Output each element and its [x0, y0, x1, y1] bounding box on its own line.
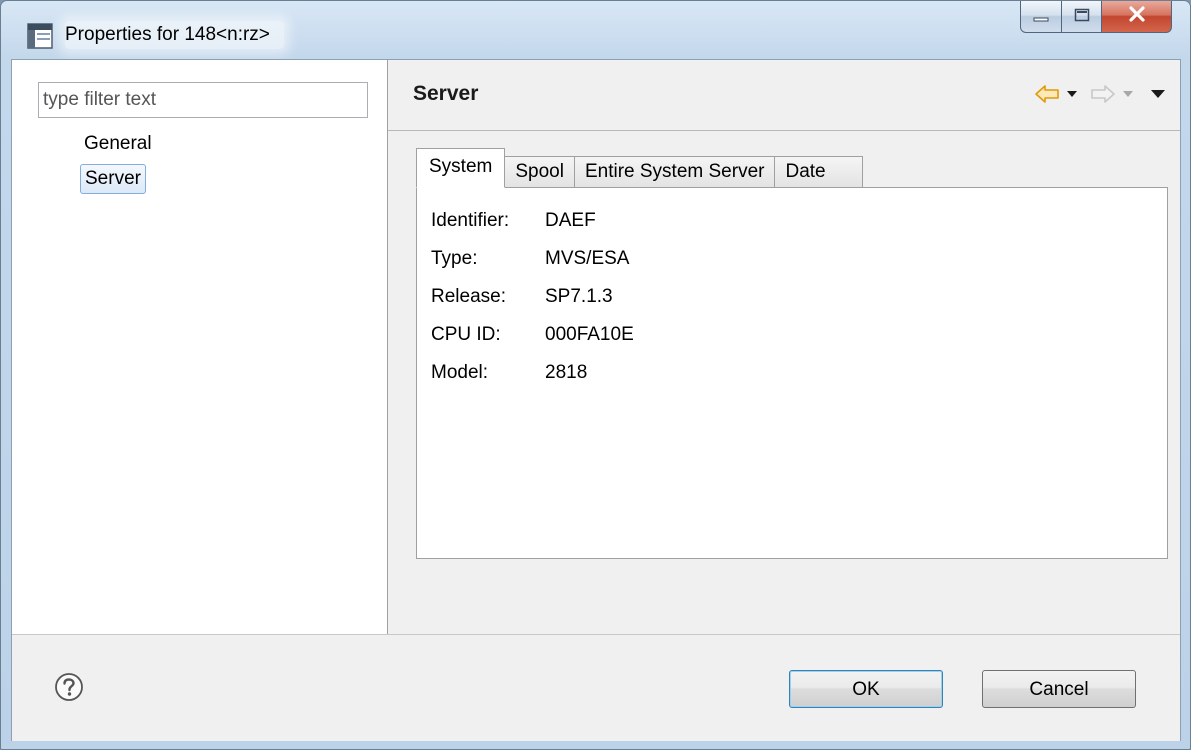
tree-item-general[interactable]: General [80, 130, 156, 160]
page-header: Server [388, 60, 1180, 131]
back-arrow-icon[interactable] [1034, 84, 1060, 104]
tab-label: System [429, 156, 493, 177]
close-icon [1128, 5, 1146, 28]
tab-date[interactable]: Date [775, 156, 863, 188]
properties-dialog: Properties for 148<n:rz> Ge [0, 0, 1191, 750]
forward-arrow-icon[interactable] [1090, 84, 1116, 104]
maximize-icon [1074, 6, 1090, 28]
type-value: MVS/ESA [545, 248, 630, 269]
tab-bar: System Spool Entire System Server Date [416, 148, 863, 188]
model-value: 2818 [545, 362, 588, 383]
tab-system[interactable]: System [416, 148, 506, 188]
identifier-value: DAEF [545, 210, 596, 231]
tree-item-label: Server [85, 168, 141, 189]
tree-item-label: General [84, 133, 152, 154]
navigation-pane: General Server [12, 60, 388, 634]
release-label: Release: [431, 286, 506, 307]
filter-input[interactable] [38, 82, 368, 118]
model-label: Model: [431, 362, 489, 383]
system-tab-content: Identifier: DAEF Type: MVS/ESA Release: … [416, 187, 1168, 559]
properties-page: Server System Spool Entire System Server… [388, 60, 1180, 634]
help-icon[interactable] [54, 672, 84, 702]
tab-label: Spool [515, 161, 564, 182]
app-window-icon [27, 23, 53, 49]
dialog-client-area: General Server Server [11, 59, 1181, 741]
forward-dropdown-icon[interactable] [1122, 89, 1134, 99]
type-label: Type: [431, 248, 478, 269]
minimize-button[interactable] [1020, 1, 1062, 33]
cpu-id-label: CPU ID: [431, 324, 501, 345]
window-controls [1020, 1, 1172, 35]
page-title: Server [413, 82, 479, 105]
back-dropdown-icon[interactable] [1066, 89, 1078, 99]
dialog-footer: OK Cancel [12, 634, 1180, 741]
minimize-icon [1033, 6, 1049, 28]
ok-button[interactable]: OK [789, 670, 943, 708]
page-navigation [1034, 84, 1166, 104]
maximize-button[interactable] [1062, 1, 1102, 33]
tab-label: Date [785, 161, 826, 182]
tab-spool[interactable]: Spool [505, 156, 575, 188]
cpu-id-value: 000FA10E [545, 324, 634, 345]
window-title: Properties for 148<n:rz> [65, 21, 284, 49]
identifier-label: Identifier: [431, 210, 510, 231]
tree-item-server[interactable]: Server [80, 164, 146, 194]
release-value: SP7.1.3 [545, 286, 613, 307]
cancel-button[interactable]: Cancel [982, 670, 1136, 708]
view-menu-icon[interactable] [1150, 88, 1166, 100]
tab-label: Entire System Server [584, 161, 765, 182]
title-bar[interactable]: Properties for 148<n:rz> [1, 1, 1190, 59]
close-button[interactable] [1102, 1, 1172, 33]
tab-entire-system-server[interactable]: Entire System Server [574, 156, 776, 188]
